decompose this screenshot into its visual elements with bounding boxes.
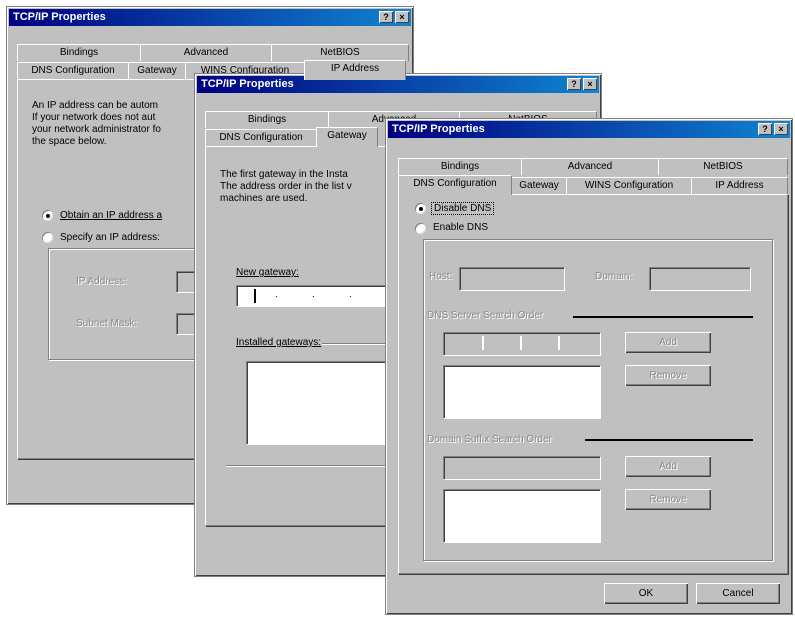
tab-wins-configuration[interactable]: WINS Configuration [566,177,692,194]
ip-separator [520,336,522,350]
ok-button[interactable]: OK [604,583,688,604]
host-label: Host: [429,271,453,282]
dns-search-order-label: DNS Server Search Order [427,310,544,321]
tab-ip-address[interactable]: IP Address [304,60,406,80]
tab-ip-address[interactable]: IP Address [691,177,788,194]
enable-dns-label[interactable]: Enable DNS [433,222,488,233]
tab-row-back: Bindings Advanced NetBIOS [17,44,409,61]
tab-dns-configuration[interactable]: DNS Configuration [205,129,317,146]
tab-advanced[interactable]: Advanced [521,158,659,175]
domain-suffix-divider [585,439,753,441]
close-button[interactable]: × [774,123,788,135]
domain-suffix-input [443,456,601,480]
tab-gateway[interactable]: Gateway [511,177,567,194]
ip-separator [482,336,484,350]
enable-dns-radio[interactable] [415,223,426,234]
tcpip-window-3: TCP/IP Properties ? × Bindings Advanced … [385,118,793,615]
new-gateway-label: New gateway: [236,267,299,278]
ip-separator: . [349,289,352,300]
ip-address-label: IP Address: [76,276,127,287]
tab-advanced[interactable]: Advanced [140,44,272,61]
tab-gateway[interactable]: Gateway [128,62,186,79]
subnet-mask-label: Subnet Mask: [76,318,138,329]
description-line: your network administrator fo [32,124,161,135]
domain-input [649,267,751,291]
window-title: TCP/IP Properties [201,78,294,90]
tab-netbios[interactable]: NetBIOS [271,44,409,61]
specify-ip-radio[interactable] [42,232,53,243]
installed-gateways-label: Installed gateways: [236,337,322,348]
host-input [459,267,565,291]
ip-separator: . [275,289,278,300]
obtain-ip-radio[interactable] [42,210,53,221]
help-button[interactable]: ? [567,78,581,90]
dns-remove-button: Remove [625,365,711,386]
window-title: TCP/IP Properties [13,11,106,23]
dns-server-ip-input [443,332,601,356]
tab-dns-configuration[interactable]: DNS Configuration [398,175,512,195]
description-line: machines are used. [220,193,308,204]
description-line: the space below. [32,136,107,147]
domain-suffix-list[interactable] [443,489,601,543]
help-button[interactable]: ? [758,123,772,135]
tab-dns-configuration[interactable]: DNS Configuration [17,62,129,79]
tab-bindings[interactable]: Bindings [205,111,329,128]
tab-gateway[interactable]: Gateway [316,127,378,147]
disable-dns-radio[interactable] [415,203,426,214]
ip-separator: . [312,289,315,300]
suffix-remove-button: Remove [625,489,711,510]
tab-row-back: Bindings Advanced NetBIOS [398,158,788,175]
close-button[interactable]: × [395,11,409,23]
description-line: An IP address can be autom [32,100,159,111]
window-title: TCP/IP Properties [392,123,485,135]
ip-separator [558,336,560,350]
tab-panel: Disable DNS Enable DNS Host: Domain: DNS… [398,194,788,574]
description-line: If your network does not aut [32,112,156,123]
tab-netbios[interactable]: NetBIOS [658,158,788,175]
description-line: The first gateway in the Insta [220,169,348,180]
suffix-add-button: Add [625,456,711,477]
domain-label: Domain: [595,271,633,282]
help-button[interactable]: ? [379,11,393,23]
title-bar: TCP/IP Properties ? × [9,9,411,26]
tab-bindings[interactable]: Bindings [17,44,141,61]
dns-search-order-divider [573,316,753,318]
tab-bindings[interactable]: Bindings [398,158,522,175]
close-button[interactable]: × [583,78,597,90]
title-bar: TCP/IP Properties ? × [388,121,790,138]
domain-suffix-order-label: Domain Suffix Search Order [427,434,552,445]
obtain-ip-label[interactable]: Obtain an IP address a [60,210,162,221]
specify-ip-label[interactable]: Specify an IP address: [60,232,160,243]
dns-server-list[interactable] [443,365,601,419]
disable-dns-label[interactable]: Disable DNS [431,202,495,215]
tab-row-front: DNS Configuration Gateway WINS Configura… [398,175,788,195]
description-line: The address order in the list v [220,181,352,192]
text-cursor [254,289,256,303]
dns-add-button: Add [625,332,711,353]
cancel-button[interactable]: Cancel [696,583,780,604]
